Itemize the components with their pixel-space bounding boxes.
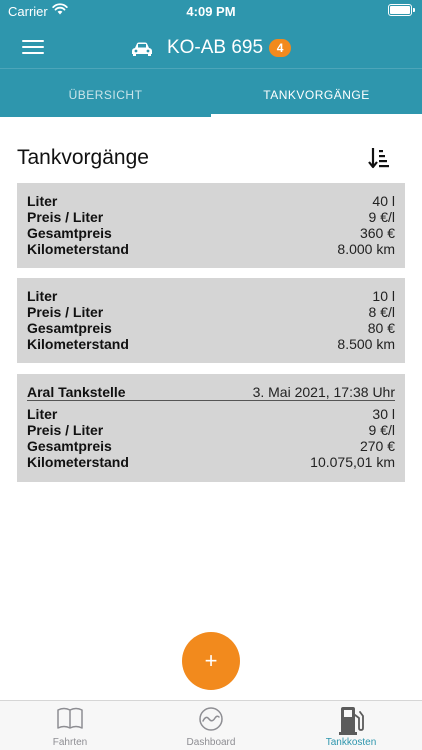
- odometer-label: Kilometerstand: [27, 241, 129, 257]
- entry-row: Kilometerstand 8.500 km: [27, 336, 395, 352]
- fuel-pump-icon: [339, 707, 364, 735]
- liter-value: 30 l: [372, 406, 395, 422]
- entry-row: Preis / Liter 9 €/l: [27, 422, 395, 438]
- vehicle-title[interactable]: KO-AB 695 4: [0, 36, 422, 60]
- bottom-tab-fuel-costs[interactable]: Tankkosten: [281, 701, 421, 750]
- bottom-tab-bar: Fahrten Dashboard Tankkosten: [0, 700, 422, 750]
- refuel-entry[interactable]: Liter 40 l Preis / Liter 9 €/l Gesamtpre…: [17, 183, 405, 268]
- plus-icon: +: [204, 648, 218, 673]
- entry-row: Liter 40 l: [27, 193, 395, 209]
- price-per-liter-value: 9 €/l: [368, 422, 395, 438]
- station-name: Aral Tankstelle: [27, 383, 126, 400]
- entry-row: Gesamtpreis 270 €: [27, 438, 395, 454]
- bottom-tab-label: Dashboard: [186, 737, 236, 748]
- liter-label: Liter: [27, 288, 58, 304]
- entry-row: Preis / Liter 8 €/l: [27, 304, 395, 320]
- status-time: 4:09 PM: [186, 4, 236, 19]
- total-price-value: 80 €: [367, 320, 395, 336]
- battery-icon: [388, 4, 415, 16]
- list-title: Tankvorgänge: [17, 146, 149, 169]
- entry-row: Liter 10 l: [27, 288, 395, 304]
- liter-value: 40 l: [372, 193, 395, 209]
- app-header: Carrier 4:09 PM KO-AB 695 4 ÜBERSICHT TA…: [0, 0, 422, 117]
- sort-descending-icon[interactable]: [368, 147, 390, 169]
- total-price-label: Gesamtpreis: [27, 438, 112, 454]
- odometer-value: 8.500 km: [337, 336, 395, 352]
- total-price-label: Gesamtpreis: [27, 225, 112, 241]
- liter-label: Liter: [27, 193, 58, 209]
- odometer-value: 10.075,01 km: [310, 454, 395, 470]
- entry-header: Aral Tankstelle 3. Mai 2021, 17:38 Uhr: [27, 383, 395, 401]
- total-price-value: 270 €: [359, 438, 395, 454]
- tab-overview[interactable]: ÜBERSICHT: [0, 88, 211, 102]
- entry-row: Gesamtpreis 80 €: [27, 320, 395, 336]
- bottom-tab-label: Tankkosten: [325, 737, 377, 748]
- status-bar: Carrier 4:09 PM: [0, 0, 422, 22]
- entry-row: Gesamtpreis 360 €: [27, 225, 395, 241]
- refuel-entry[interactable]: Liter 10 l Preis / Liter 8 €/l Gesamtpre…: [17, 278, 405, 363]
- odometer-value: 8.000 km: [337, 241, 395, 257]
- entry-row: Preis / Liter 9 €/l: [27, 209, 395, 225]
- vehicle-plate: KO-AB 695: [166, 37, 264, 58]
- total-price-value: 360 €: [359, 225, 395, 241]
- tab-refuel-records[interactable]: TANKVORGÄNGE: [211, 88, 422, 102]
- total-price-label: Gesamtpreis: [27, 320, 112, 336]
- odometer-label: Kilometerstand: [27, 336, 129, 352]
- entry-row: Kilometerstand 10.075,01 km: [27, 454, 395, 470]
- bottom-tab-label: Fahrten: [52, 737, 88, 748]
- add-refuel-button[interactable]: +: [182, 632, 240, 690]
- entry-date: 3. Mai 2021, 17:38 Uhr: [252, 383, 395, 400]
- header-divider: [0, 68, 422, 69]
- price-per-liter-value: 8 €/l: [368, 304, 395, 320]
- price-per-liter-value: 9 €/l: [368, 209, 395, 225]
- liter-value: 10 l: [372, 288, 395, 304]
- entry-row: Kilometerstand 8.000 km: [27, 241, 395, 257]
- book-icon: [57, 707, 83, 729]
- liter-label: Liter: [27, 406, 58, 422]
- car-icon: [131, 42, 152, 56]
- bottom-tab-trips[interactable]: Fahrten: [0, 701, 140, 750]
- price-per-liter-label: Preis / Liter: [27, 209, 104, 225]
- gauge-icon: [199, 707, 223, 731]
- active-tab-indicator: [211, 114, 422, 117]
- entry-row: Liter 30 l: [27, 406, 395, 422]
- price-per-liter-label: Preis / Liter: [27, 422, 104, 438]
- odometer-label: Kilometerstand: [27, 454, 129, 470]
- refuel-entry[interactable]: Aral Tankstelle 3. Mai 2021, 17:38 Uhr L…: [17, 374, 405, 482]
- price-per-liter-label: Preis / Liter: [27, 304, 104, 320]
- bottom-tab-dashboard[interactable]: Dashboard: [141, 701, 281, 750]
- notification-badge: 4: [269, 39, 292, 57]
